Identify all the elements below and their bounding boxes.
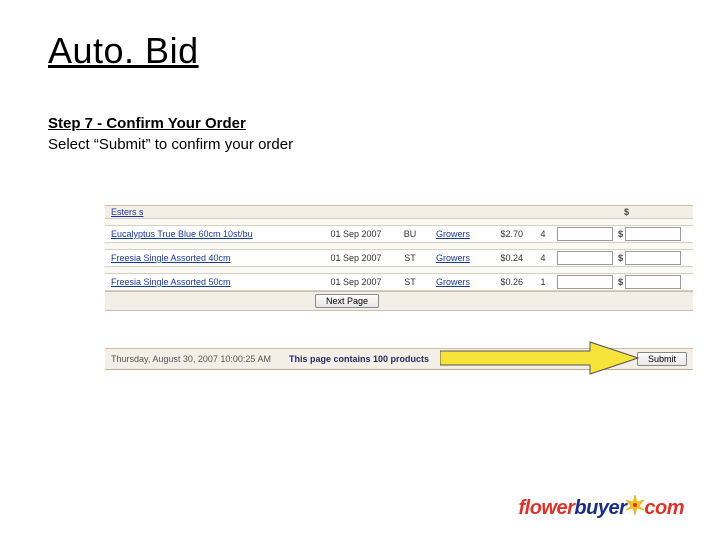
product-grid: Esters s $ Eucalyptus True Blue 60cm 10s… (105, 205, 693, 311)
logo-part3: com (644, 497, 684, 519)
cell-units: 4 (529, 229, 557, 239)
cell-units: 1 (529, 277, 557, 287)
status-bar: Thursday, August 30, 2007 10:00:25 AM Th… (105, 348, 693, 370)
pager-row: Next Page (105, 291, 693, 311)
grower-link[interactable]: Growers (425, 229, 481, 239)
next-page-button[interactable]: Next Page (315, 294, 379, 308)
qty-input[interactable] (557, 275, 613, 289)
logo: flowerbuyer com (519, 492, 685, 520)
product-link[interactable]: Eucalyptus True Blue 60cm 10st/bu (107, 229, 317, 239)
submit-button[interactable]: Submit (637, 352, 687, 366)
grower-link[interactable]: Growers (425, 253, 481, 263)
star-icon (624, 494, 646, 522)
timestamp-text: Thursday, August 30, 2007 10:00:25 AM (111, 354, 271, 364)
currency-symbol: $ (617, 277, 625, 287)
qty-input[interactable] (557, 227, 613, 241)
bid-input[interactable] (625, 251, 681, 265)
header-stub-text: Esters s (107, 207, 317, 217)
step-heading: Step 7 - Confirm Your Order (48, 115, 246, 132)
cell-code: BU (395, 229, 425, 239)
slide-title: Auto. Bid (48, 30, 199, 72)
cell-price: $0.24 (481, 253, 529, 263)
grid-header-stub: Esters s $ (105, 205, 693, 219)
grower-link[interactable]: Growers (425, 277, 481, 287)
cell-date: 01 Sep 2007 (317, 277, 395, 287)
step-description: Select “Submit” to confirm your order (48, 136, 293, 153)
cell-date: 01 Sep 2007 (317, 229, 395, 239)
qty-input[interactable] (557, 251, 613, 265)
cell-code: ST (395, 253, 425, 263)
cell-units: 4 (529, 253, 557, 263)
bid-input[interactable] (625, 227, 681, 241)
currency-symbol: $ (617, 253, 625, 263)
currency-symbol: $ (623, 207, 631, 217)
product-count-text: This page contains 100 products (289, 354, 429, 364)
logo-part1: flower (519, 497, 575, 519)
cell-date: 01 Sep 2007 (317, 253, 395, 263)
logo-part2: buyer (574, 497, 626, 519)
product-link[interactable]: Freesia Single Assorted 40cm (107, 253, 317, 263)
table-row: Freesia Single Assorted 40cm 01 Sep 2007… (105, 249, 693, 267)
table-row: Eucalyptus True Blue 60cm 10st/bu 01 Sep… (105, 225, 693, 243)
cell-code: ST (395, 277, 425, 287)
cell-price: $2.70 (481, 229, 529, 239)
table-row: Freesia Single Assorted 50cm 01 Sep 2007… (105, 273, 693, 291)
bid-input[interactable] (625, 275, 681, 289)
cell-price: $0.26 (481, 277, 529, 287)
currency-symbol: $ (617, 229, 625, 239)
product-link[interactable]: Freesia Single Assorted 50cm (107, 277, 317, 287)
